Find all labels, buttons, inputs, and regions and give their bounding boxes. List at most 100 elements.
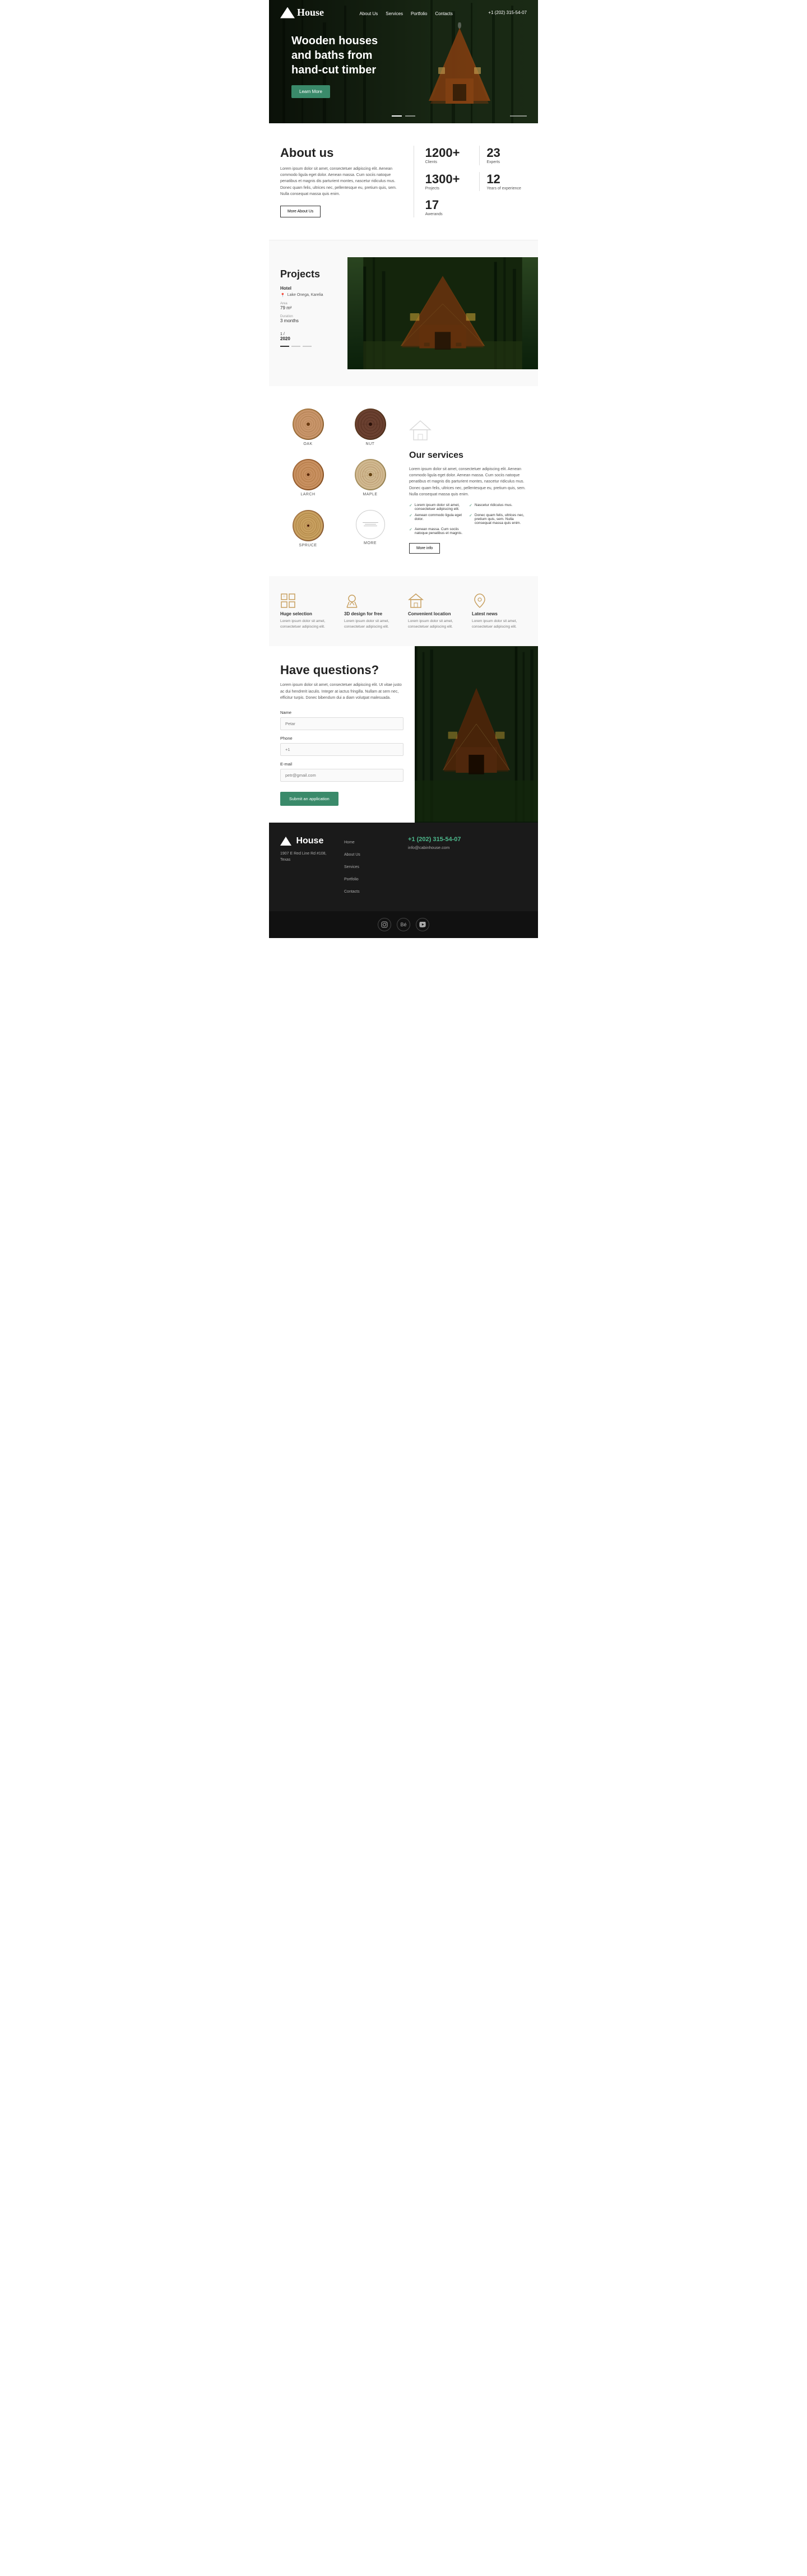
footer-logo: House [280, 836, 335, 846]
feature-5: ✓ Donec quam felis, ultrices nec, pretiu… [469, 513, 527, 525]
feature-3: ✓ Aenean massa. Cum sociis natoque penat… [409, 527, 467, 535]
footer-brand: House 1907 E Red Line Rd #108, Texas [280, 836, 335, 898]
why-selection-title: Huge selection [280, 611, 335, 616]
nav-link-portfolio[interactable]: Portfolio [411, 11, 427, 16]
wood-nut[interactable]: NUT [342, 409, 398, 452]
contact-text: Lorem ipsum dolor sit amet, consectetuer… [280, 682, 404, 701]
check-icon-2: ✓ [409, 513, 412, 518]
contact-image [415, 646, 538, 823]
feature-4: ✓ Nascetur ridiculus mus. [469, 503, 527, 511]
project-dot-3[interactable] [303, 346, 312, 347]
why-news-title: Latest news [472, 611, 527, 616]
footer-social-bar: Bé [269, 911, 538, 938]
wood-more-label: MORE [364, 541, 377, 545]
why-location-text: Lorem ipsum dolor sit amet, consectetuer… [408, 619, 463, 630]
behance-icon[interactable]: Bé [397, 918, 410, 931]
hero-slider-line [510, 115, 527, 117]
submit-application-button[interactable]: Submit an application [280, 792, 338, 806]
wood-more[interactable]: MORE [342, 510, 398, 554]
selection-icon [280, 593, 335, 611]
why-design: 3D design for free Lorem ipsum dolor sit… [344, 593, 399, 630]
why-location-title: Convenient location [408, 611, 463, 616]
wood-more-circle [356, 510, 385, 539]
stat-clients: 1200+ Clients [425, 146, 473, 165]
stat-projects: 1300+ Projects [425, 172, 473, 192]
email-label: E-mail [280, 762, 404, 767]
check-icon-5: ✓ [469, 513, 472, 518]
more-about-us-button[interactable]: More About Us [280, 206, 321, 217]
wood-nut-label: NUT [366, 442, 375, 446]
projects-title: Projects [280, 268, 336, 280]
nav-link-about[interactable]: About Us [359, 11, 378, 16]
services-house-icon [409, 420, 432, 442]
hero-title: Wooden houses and baths from hand-cut ti… [291, 34, 378, 77]
why-news: Latest news Lorem ipsum dolor sit amet, … [472, 593, 527, 630]
about-text: Lorem ipsum dolor sit amet, consectetuer… [280, 166, 402, 197]
name-input[interactable] [280, 717, 404, 730]
footer-contact: +1 (202) 315-54-07 info@cabinhouse.com [408, 836, 463, 898]
footer-nav-about[interactable]: About Us [344, 853, 360, 857]
footer-address: 1907 E Red Line Rd #108, Texas [280, 851, 335, 863]
check-icon-4: ✓ [469, 503, 472, 508]
stat-awards: 17 Awerands [425, 198, 473, 217]
wood-spruce[interactable]: SPRUCE [280, 510, 336, 554]
design-icon [344, 593, 399, 611]
location-icon [408, 593, 463, 611]
wood-oak-label: OAK [303, 442, 312, 446]
nav-link-services[interactable]: Services [386, 11, 403, 16]
contact-title: Have questions? [280, 663, 404, 677]
wood-nut-circle [355, 409, 386, 440]
check-icon-3: ✓ [409, 527, 412, 532]
wood-spruce-circle [293, 510, 324, 541]
project-year: 2020 [280, 336, 336, 341]
footer-nav-services[interactable]: Services [344, 865, 359, 869]
about-title: About us [280, 146, 402, 160]
wood-larch[interactable]: LARCH [280, 459, 336, 503]
why-selection-text: Lorem ipsum dolor sit amet, consectetuer… [280, 619, 335, 630]
nav-link-contacts[interactable]: Contacts [435, 11, 453, 16]
youtube-icon[interactable] [416, 918, 429, 931]
project-dot-1[interactable] [280, 346, 289, 347]
project-counter: 1 / [280, 332, 336, 336]
feature-1: ✓ Lorem ipsum dolor sit amet, consectetu… [409, 503, 467, 511]
footer-phone: +1 (202) 315-54-07 [408, 836, 463, 843]
wood-larch-label: LARCH [300, 493, 315, 496]
why-design-title: 3D design for free [344, 611, 399, 616]
duration-value: 3 months [280, 318, 336, 323]
footer-nav-portfolio[interactable]: Portfolio [344, 878, 359, 881]
footer-email: info@cabinhouse.com [408, 845, 463, 850]
stat-experts: 23 Experts [479, 146, 527, 165]
learn-more-button[interactable]: Learn More [291, 85, 330, 98]
logo: House [280, 7, 324, 18]
why-design-text: Lorem ipsum dolor sit amet, consectetuer… [344, 619, 399, 630]
wood-spruce-label: SPRUCE [299, 544, 317, 547]
phone-input[interactable] [280, 743, 404, 756]
wood-oak-circle [293, 409, 324, 440]
footer-nav-contacts[interactable]: Contacts [344, 890, 360, 894]
stat-years: 12 Years of experience [479, 172, 527, 192]
project-type: Hotel [280, 286, 336, 291]
services-text: Lorem ipsum dolor sit amet, consectetuer… [409, 466, 527, 498]
wood-maple-label: MAPLE [363, 493, 377, 496]
logo-icon [280, 7, 295, 18]
logo-text: House [297, 7, 324, 18]
name-label: Name [280, 710, 404, 715]
location-pin-icon: 📍 [280, 293, 285, 298]
wood-maple[interactable]: MAPLE [342, 459, 398, 503]
news-icon [472, 593, 527, 611]
footer-nav: Home About Us Services Portfolio Contact… [344, 836, 399, 898]
email-input[interactable] [280, 769, 404, 782]
project-dot-2[interactable] [291, 346, 300, 347]
more-info-button[interactable]: More info [409, 543, 440, 554]
wood-oak[interactable]: OAK [280, 409, 336, 452]
instagram-icon[interactable] [378, 918, 391, 931]
area-value: 79 m² [280, 305, 336, 310]
nav-phone: +1 (202) 315-54-07 [488, 10, 527, 15]
phone-label: Phone [280, 736, 404, 741]
footer-nav-home[interactable]: Home [344, 841, 355, 844]
wood-larch-circle [293, 459, 324, 490]
check-icon-1: ✓ [409, 503, 412, 508]
feature-2: ✓ Aenean commodo ligula eget dolor. [409, 513, 467, 525]
why-news-text: Lorem ipsum dolor sit amet, consectetuer… [472, 619, 527, 630]
why-selection: Huge selection Lorem ipsum dolor sit ame… [280, 593, 335, 630]
